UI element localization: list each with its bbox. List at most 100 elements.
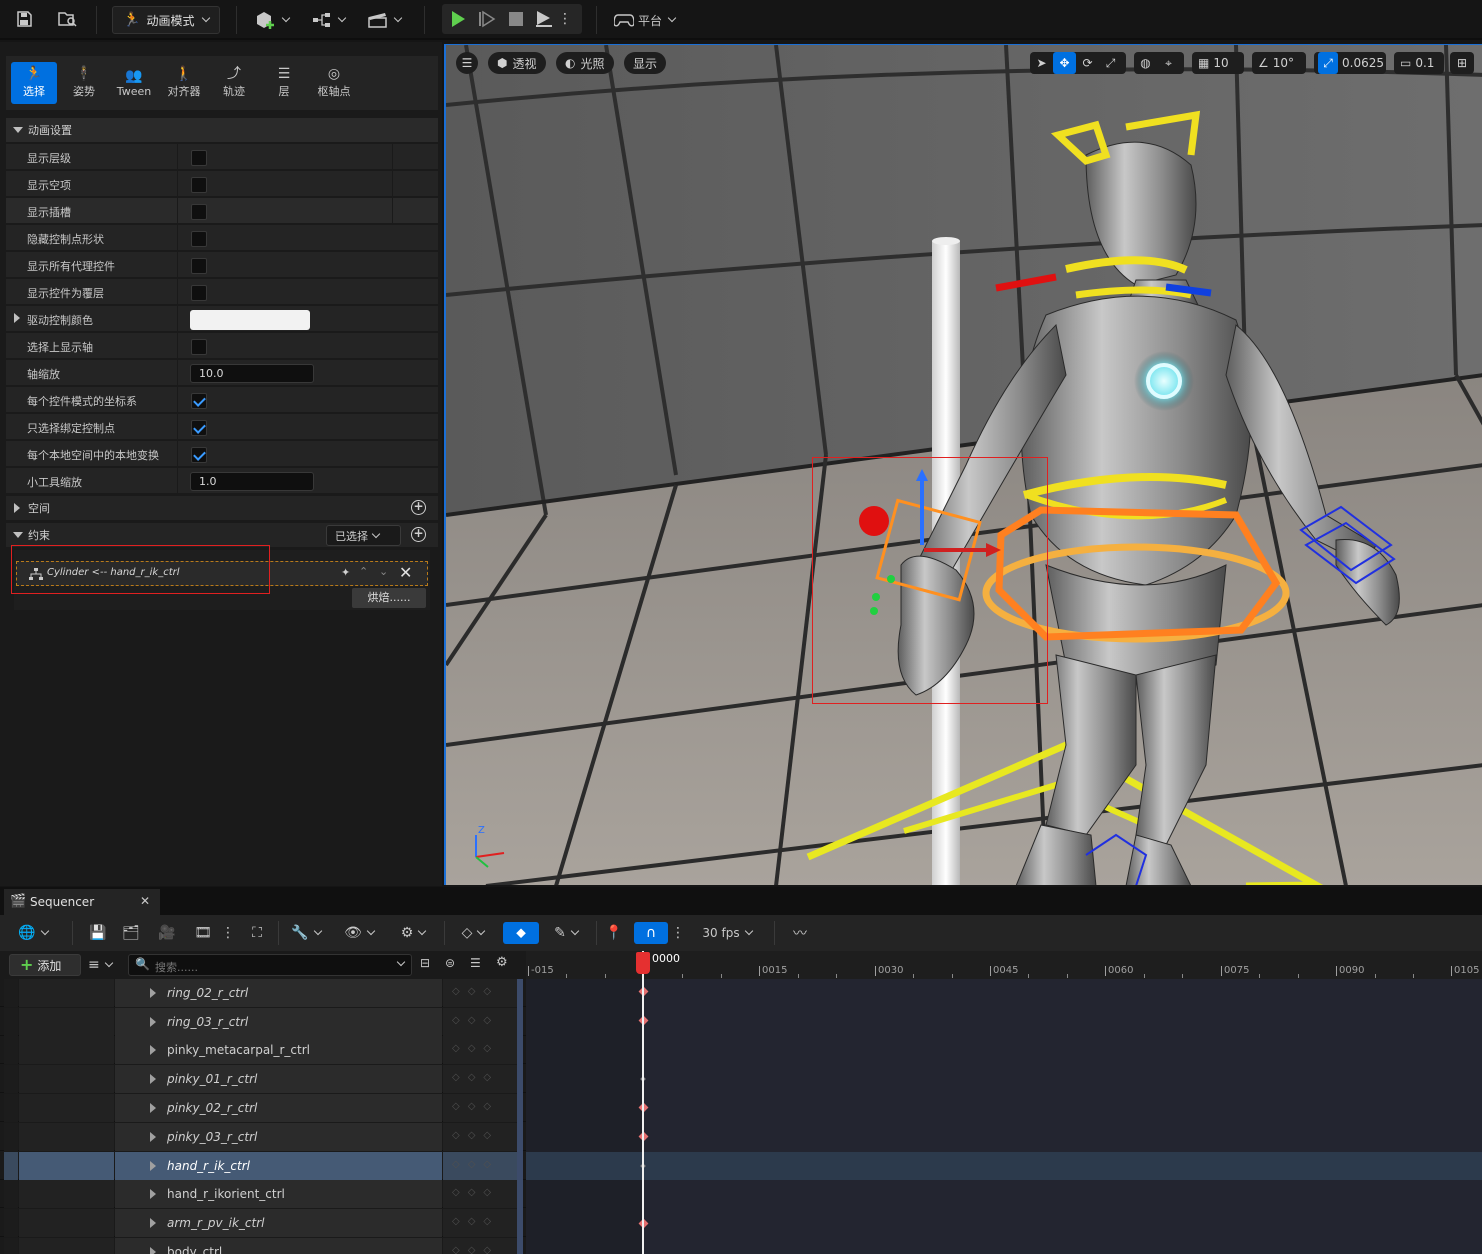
key-nav-icons[interactable]: ◇◇◇ <box>452 986 499 997</box>
auto-key-button[interactable]: ⬥ <box>503 922 539 944</box>
scale-icon[interactable]: ⤢ <box>1099 52 1122 74</box>
save-icon[interactable]: 💾 <box>88 922 108 944</box>
add-constraint-icon[interactable]: + <box>411 527 426 542</box>
tab-pivot[interactable]: ◎ 枢轴点 <box>311 62 357 104</box>
actor-to-sequencer-icon[interactable]: ⛶ <box>246 922 268 944</box>
track-row[interactable]: pinky_01_r_ctrl ◇◇◇ <box>0 1065 526 1093</box>
stop-icon[interactable] <box>504 8 528 30</box>
only-bound-controls-checkbox[interactable] <box>191 420 207 436</box>
clapperboard-icon[interactable]: 🎞 <box>192 922 214 944</box>
track-row[interactable]: arm_r_pv_ik_ctrl ◇◇◇ <box>0 1209 526 1237</box>
track-row[interactable]: body_ctrl ◇◇◇ <box>0 1238 526 1254</box>
settings-gear-icon[interactable]: ⚙ <box>496 955 508 970</box>
show-hierarchy-checkbox[interactable] <box>191 150 207 166</box>
track-row[interactable]: pinky_metacarpal_r_ctrl ◇◇◇ <box>0 1036 526 1064</box>
expand-arrow-icon[interactable] <box>14 313 20 323</box>
show-axes-checkbox[interactable] <box>191 339 207 355</box>
blueprint-dropdown[interactable] <box>312 8 347 32</box>
section-constraints[interactable]: 约束 已选择 + <box>6 523 438 547</box>
tab-select[interactable]: 🏃 选择 <box>11 62 57 104</box>
cinematics-dropdown[interactable] <box>368 8 403 32</box>
browse-icon[interactable]: 🗂 <box>120 922 142 944</box>
axis-scale-input[interactable]: 10.0 <box>190 364 314 383</box>
more-options-icon[interactable]: ⋮ <box>221 922 235 944</box>
key-icon[interactable]: ✦ <box>341 566 350 579</box>
track-row[interactable]: ring_02_r_ctrl ◇◇◇ <box>0 979 526 1007</box>
key-dropdown[interactable]: ◇ <box>454 922 492 944</box>
hide-control-shapes-checkbox[interactable] <box>191 231 207 247</box>
world-dropdown[interactable]: 🌐 <box>14 922 52 944</box>
expand-arrow-icon[interactable] <box>150 1017 156 1027</box>
expand-arrow-icon[interactable] <box>150 1218 156 1228</box>
layout-button[interactable]: ⊞ <box>1450 52 1474 74</box>
snap-button[interactable]: ∩ <box>634 922 668 944</box>
platform-dropdown[interactable]: 平台 <box>614 8 677 32</box>
mode-dropdown[interactable]: 🏃 动画模式 <box>112 6 220 34</box>
remove-icon[interactable]: ✕ <box>399 563 412 582</box>
select-cursor-icon[interactable]: ➤ <box>1030 52 1053 74</box>
add-track-button[interactable]: + 添加 <box>9 954 81 976</box>
expand-arrow-icon[interactable] <box>150 1247 156 1254</box>
section-space[interactable]: 空间 + <box>6 496 438 520</box>
move-up-icon[interactable]: ⌃ <box>359 565 368 578</box>
translate-icon[interactable]: ✥ <box>1053 52 1076 74</box>
grid-snap-button[interactable]: ▦ 10 <box>1192 52 1244 74</box>
expand-arrow-icon[interactable] <box>150 1189 156 1199</box>
save-icon[interactable] <box>12 8 36 30</box>
track-row[interactable]: pinky_03_r_ctrl ◇◇◇ <box>0 1123 526 1151</box>
level-viewport[interactable]: Z ☰ ⬢ 透视 ◐ 光照 显示 ➤ ✥ ⟳ ⤢ ◍ ⌖ ▦ 10 ∠ 10° ⤢ 0.0… <box>444 44 1482 885</box>
collapse-icon[interactable]: ⊟ <box>420 956 430 970</box>
camera-speed-button[interactable]: ▭ 0.1 <box>1394 52 1444 74</box>
local-transform-checkbox[interactable] <box>191 447 207 463</box>
playback-dropdown[interactable]: ⚙ <box>394 922 432 944</box>
rotation-snap-button[interactable]: ∠ 10° <box>1252 52 1306 74</box>
expand-arrow-icon[interactable] <box>150 1045 156 1055</box>
key-nav-icons[interactable]: ◇◇◇ <box>452 1159 499 1170</box>
coord-system-checkbox[interactable] <box>191 393 207 409</box>
perspective-button[interactable]: ⬢ 透视 <box>488 52 546 74</box>
search-box[interactable]: 🔍 搜索...... <box>128 954 412 976</box>
show-sockets-checkbox[interactable] <box>191 204 207 220</box>
edit-dropdown[interactable]: ✎ <box>548 922 584 944</box>
tab-aligner[interactable]: 🚶 对齐器 <box>161 62 207 104</box>
view-dropdown[interactable]: 👁 <box>340 922 378 944</box>
expand-arrow-icon[interactable] <box>150 1161 156 1171</box>
timeline-area[interactable] <box>526 979 1482 1254</box>
show-button[interactable]: 显示 <box>624 52 667 74</box>
expand-arrow-icon[interactable] <box>150 988 156 998</box>
gizmo-scale-input[interactable]: 1.0 <box>190 472 314 491</box>
track-row[interactable]: hand_r_ikorient_ctrl ◇◇◇ <box>0 1180 526 1208</box>
key-nav-icons[interactable]: ◇◇◇ <box>452 1015 499 1026</box>
show-nulls-checkbox[interactable] <box>191 177 207 193</box>
show-all-proxy-checkbox[interactable] <box>191 258 207 274</box>
expand-arrow-icon[interactable] <box>150 1074 156 1084</box>
section-anim-settings[interactable]: 动画设置 <box>6 118 438 142</box>
viewport-menu-button[interactable]: ☰ <box>456 52 478 74</box>
tab-tween[interactable]: 👥 Tween <box>111 62 157 104</box>
bake-button[interactable]: 烘焙...... <box>352 588 426 608</box>
rotate-icon[interactable]: ⟳ <box>1076 52 1099 74</box>
content-browser-icon[interactable] <box>56 8 80 30</box>
expand-arrow-icon[interactable] <box>150 1132 156 1142</box>
scale-snap-button[interactable]: ⤢ 0.0625 <box>1314 52 1386 74</box>
key-nav-icons[interactable]: ◇◇◇ <box>452 1072 499 1083</box>
tab-layers[interactable]: ☰ 层 <box>261 62 307 104</box>
more-options-icon[interactable]: ⋮ <box>671 922 685 944</box>
tab-pose[interactable]: 🕴 姿势 <box>61 62 107 104</box>
expand-arrow-icon[interactable] <box>150 1103 156 1113</box>
tab-trail[interactable]: ⤴ 轨迹 <box>211 62 257 104</box>
track-row-selected[interactable]: hand_r_ik_ctrl ◇◇◇ <box>0 1152 526 1180</box>
add-actor-dropdown[interactable] <box>256 8 291 32</box>
playhead-handle[interactable] <box>636 952 650 974</box>
render-movie-icon[interactable]: 🎥 <box>156 922 178 944</box>
marker-icon[interactable]: 📍 <box>604 922 624 944</box>
sequencer-tab[interactable]: 🎬 Sequencer ✕ <box>4 889 160 915</box>
key-nav-icons[interactable]: ◇◇◇ <box>452 1187 499 1198</box>
controls-overlay-checkbox[interactable] <box>191 285 207 301</box>
expand-icon[interactable]: ⊜ <box>445 956 455 970</box>
curve-editor-icon[interactable]: 〰 <box>788 922 812 944</box>
constraint-filter-dropdown[interactable]: 已选择 <box>326 525 401 546</box>
tools-dropdown[interactable]: 🔧 <box>288 922 324 944</box>
key-nav-icons[interactable]: ◇◇◇ <box>452 1130 499 1141</box>
key-nav-icons[interactable]: ◇◇◇ <box>452 1101 499 1112</box>
